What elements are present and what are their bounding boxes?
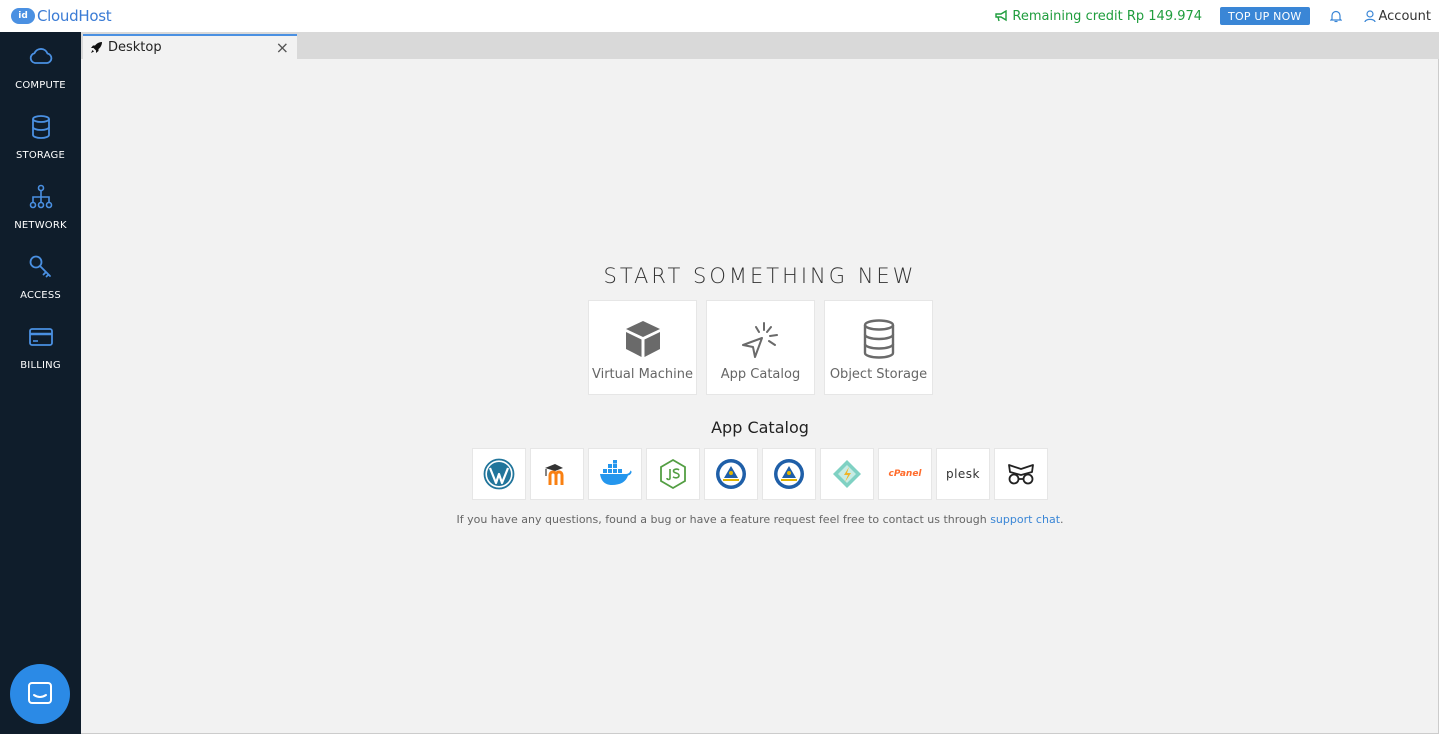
tab-bar: Desktop × [81, 32, 1439, 59]
key-icon [29, 255, 51, 278]
app-wordpress[interactable] [472, 448, 526, 500]
tutwuri-icon [774, 459, 804, 489]
object-storage-card[interactable]: Object Storage [824, 300, 933, 395]
sidebar-item-storage[interactable]: STORAGE [0, 102, 81, 172]
footnote-end: . [1060, 513, 1064, 526]
sidebar-item-billing[interactable]: BILLING [0, 312, 81, 382]
chat-icon [28, 682, 52, 704]
docker-icon [600, 460, 632, 485]
support-chat-button[interactable] [10, 664, 70, 724]
card-label: App Catalog [720, 367, 801, 382]
account-label: Account [1378, 8, 1432, 24]
database-icon [863, 319, 894, 359]
sidebar-item-network[interactable]: NETWORK [0, 172, 81, 242]
sidebar-item-label: NETWORK [14, 220, 67, 231]
logo-badge: id [11, 8, 35, 24]
rocket-icon [91, 42, 102, 53]
app-moodle[interactable] [530, 448, 584, 500]
card-label: Virtual Machine [591, 367, 694, 382]
support-chat-link[interactable]: support chat [990, 513, 1060, 526]
app-nodejs[interactable] [646, 448, 700, 500]
logo[interactable]: id CloudHost [11, 0, 112, 32]
app-docker[interactable] [588, 448, 642, 500]
bell-icon [1329, 10, 1342, 22]
cloud-icon [29, 48, 52, 64]
tab-desktop[interactable]: Desktop × [83, 34, 297, 59]
page-title: START SOMETHING NEW [603, 264, 917, 288]
megaphone-icon [995, 10, 1008, 22]
sidebar-item-label: COMPUTE [15, 80, 66, 91]
account-menu[interactable]: Account [1363, 8, 1432, 24]
app-cpanel[interactable]: cPanel [878, 448, 932, 500]
user-icon [1363, 9, 1376, 22]
app-diamond[interactable] [820, 448, 874, 500]
moodle-icon [545, 464, 564, 485]
network-icon [29, 184, 52, 209]
sidebar: COMPUTE STORAGE NETWORK ACCESS BILLING [0, 32, 81, 734]
app-tutwuri-2[interactable] [762, 448, 816, 500]
sidebar-item-label: ACCESS [20, 290, 61, 301]
wordpress-icon [483, 458, 515, 490]
desktop-panel: START SOMETHING NEW Virtual Machine App … [81, 59, 1439, 734]
cpanel-icon: cPanel [888, 469, 922, 479]
notifications-button[interactable] [1329, 10, 1342, 23]
top-bar: id CloudHost Remaining credit Rp 149.974… [0, 0, 1439, 32]
app-mask[interactable] [994, 448, 1048, 500]
app-tutwuri-1[interactable] [704, 448, 758, 500]
top-right-controls: Remaining credit Rp 149.974 TOP UP NOW A… [995, 0, 1431, 32]
credit-card-icon [28, 328, 53, 346]
app-plesk[interactable]: plesk [936, 448, 990, 500]
nodejs-icon [660, 458, 686, 490]
help-footnote: If you have any questions, found a bug o… [81, 513, 1439, 526]
tab-label: Desktop [108, 40, 162, 55]
app-catalog-list: cPanel plesk [472, 448, 1052, 500]
footnote-text: If you have any questions, found a bug o… [456, 513, 991, 526]
diamond-app-icon [833, 460, 861, 488]
app-catalog-title: App Catalog [711, 418, 809, 437]
card-label: Object Storage [829, 367, 928, 382]
logo-text: CloudHost [37, 7, 112, 25]
sidebar-item-label: STORAGE [15, 150, 65, 161]
sidebar-item-compute[interactable]: COMPUTE [0, 32, 81, 102]
remaining-credit: Remaining credit Rp 149.974 [995, 9, 1202, 24]
virtual-machine-card[interactable]: Virtual Machine [588, 300, 697, 395]
tutwuri-icon [716, 459, 746, 489]
sidebar-item-label: BILLING [20, 360, 61, 371]
close-icon[interactable]: × [276, 38, 289, 57]
sidebar-item-access[interactable]: ACCESS [0, 242, 81, 312]
start-cards: Virtual Machine App Catalog Object Stora… [588, 300, 942, 395]
mask-app-icon [1008, 464, 1034, 485]
top-up-button[interactable]: TOP UP NOW [1220, 7, 1310, 25]
database-icon [31, 115, 50, 139]
app-catalog-card[interactable]: App Catalog [706, 300, 815, 395]
cursor-click-icon [741, 322, 778, 358]
plesk-icon: plesk [945, 467, 981, 481]
cube-icon [625, 321, 660, 357]
credit-text: Remaining credit Rp 149.974 [1012, 8, 1203, 24]
